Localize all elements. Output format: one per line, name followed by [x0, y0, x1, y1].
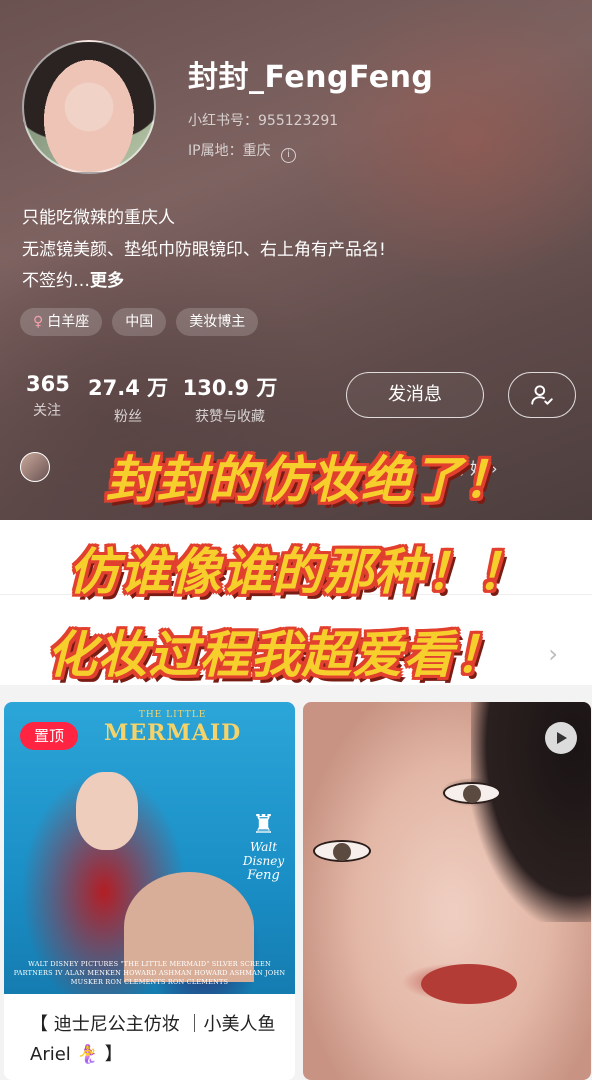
bio-more-link[interactable]: 更多 [90, 271, 124, 291]
account-id: 小红书号：955123291 [188, 110, 338, 130]
caption-line-2: 仿谁像谁的那种！！ [68, 543, 528, 601]
stat-value: 130.9 万 [182, 376, 278, 400]
cover-eye [313, 840, 371, 862]
bio-line-2: 无滤镜美颜、垫纸巾防眼镜印、右上角有产品名! [22, 240, 386, 260]
castle-icon: ♜ [251, 810, 276, 840]
stat-label: 关注 [33, 403, 61, 419]
ip-location: IP属地：重庆 i [188, 140, 297, 163]
female-icon: ♀ [33, 314, 44, 330]
content-area: › THE LITTLE MERMAID ♜ Walt Disney Feng … [0, 520, 592, 1080]
ip-location-value: 重庆 [242, 143, 271, 159]
stat-value: 365 [26, 372, 70, 396]
note-card-video[interactable] [303, 702, 591, 1080]
stat-label: 获赞与收藏 [195, 409, 265, 425]
caption-line-1: 封封的仿妆绝了！ [106, 451, 514, 509]
ip-location-label: IP属地： [188, 143, 243, 159]
avatar[interactable] [22, 40, 156, 174]
caption-line-3: 化妆过程我超爱看！ [46, 626, 506, 684]
tag-zodiac: ♀ 白羊座 [20, 308, 103, 336]
bio-text: 不签约… [22, 271, 90, 291]
send-message-button[interactable]: 发消息 [346, 372, 484, 418]
pinned-badge: 置顶 [20, 722, 78, 750]
cover-eye [443, 782, 501, 804]
tag-region: 中国 [112, 308, 167, 336]
cover-logo: THE LITTLE MERMAID [104, 710, 241, 746]
cover-face [76, 772, 138, 850]
profile-tags: ♀ 白羊座 中国 美妆博主 [20, 308, 259, 336]
note-title: 【 迪士尼公主仿妆 ｜小美人鱼 Ariel 🧜‍♀️ 】 [30, 1014, 276, 1065]
cover-brand-sub: Feng [247, 868, 280, 883]
tag-label: 白羊座 [47, 314, 90, 330]
stat-following[interactable]: 365 关注 [26, 372, 70, 420]
username: 封封_FengFeng [188, 60, 434, 95]
bio-line-1: 只能吃微辣的重庆人 [22, 208, 175, 228]
info-icon[interactable]: i [281, 148, 297, 163]
bio-line-3: 不签约…更多 [22, 266, 124, 291]
stat-likes[interactable]: 130.9 万 获赞与收藏 [182, 372, 278, 426]
follow-button[interactable] [508, 372, 576, 418]
stat-label: 粉丝 [114, 409, 142, 425]
cover-brand: ♜ Walt Disney Feng [232, 810, 295, 883]
play-icon [545, 722, 577, 754]
user-check-icon [531, 385, 553, 405]
cover-logo-big: MERMAID [104, 720, 242, 746]
cover-logo-small: THE LITTLE [138, 710, 207, 720]
tag-category: 美妆博主 [176, 308, 259, 336]
account-id-value: 955123291 [258, 113, 339, 129]
tag-label: 美妆博主 [189, 314, 246, 330]
note-card-pinned[interactable]: THE LITTLE MERMAID ♜ Walt Disney Feng WA… [4, 702, 295, 1080]
cover-brand-name: Walt Disney [242, 840, 285, 868]
note-cover-image [303, 702, 591, 1080]
stat-value: 27.4 万 [88, 376, 169, 400]
tag-label: 中国 [125, 314, 154, 330]
account-id-label: 小红书号： [188, 113, 258, 129]
stat-followers[interactable]: 27.4 万 粉丝 [88, 372, 168, 426]
cover-lips [421, 964, 517, 1004]
note-cover-image: THE LITTLE MERMAID ♜ Walt Disney Feng WA… [4, 702, 295, 994]
cover-credits: WALT DISNEY PICTURES "THE LITTLE MERMAID… [13, 960, 286, 986]
